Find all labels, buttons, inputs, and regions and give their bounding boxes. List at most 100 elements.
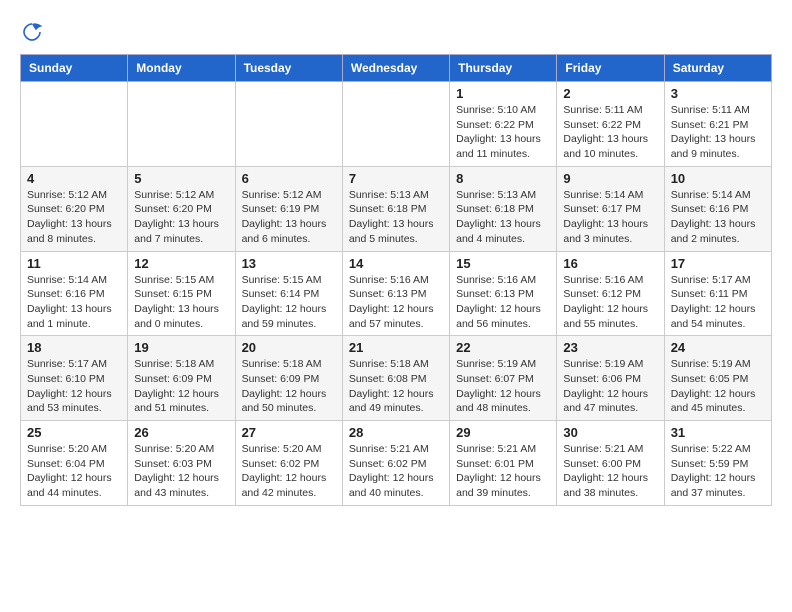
day-number: 31 <box>671 425 765 440</box>
calendar-cell: 17 Sunrise: 5:17 AM Sunset: 6:11 PM Dayli… <box>664 251 771 336</box>
day-info: Sunrise: 5:20 AM Sunset: 6:02 PM Dayligh… <box>242 442 336 501</box>
calendar-cell: 31 Sunrise: 5:22 AM Sunset: 5:59 PM Dayli… <box>664 421 771 506</box>
weekday-header-friday: Friday <box>557 55 664 82</box>
day-info: Sunrise: 5:10 AM Sunset: 6:22 PM Dayligh… <box>456 103 550 162</box>
weekday-header-saturday: Saturday <box>664 55 771 82</box>
calendar-cell: 5 Sunrise: 5:12 AM Sunset: 6:20 PM Daylig… <box>128 166 235 251</box>
weekday-header-sunday: Sunday <box>21 55 128 82</box>
day-number: 18 <box>27 340 121 355</box>
day-number: 24 <box>671 340 765 355</box>
calendar-cell: 10 Sunrise: 5:14 AM Sunset: 6:16 PM Dayli… <box>664 166 771 251</box>
day-number: 30 <box>563 425 657 440</box>
page-header <box>20 20 772 44</box>
day-number: 9 <box>563 171 657 186</box>
calendar-cell: 1 Sunrise: 5:10 AM Sunset: 6:22 PM Daylig… <box>450 82 557 167</box>
day-number: 17 <box>671 256 765 271</box>
calendar-cell: 23Sunrise: 5:19 AM Sunset: 6:06 PM Dayli… <box>557 336 664 421</box>
calendar-cell: 13 Sunrise: 5:15 AM Sunset: 6:14 PM Dayli… <box>235 251 342 336</box>
calendar-cell: 11Sunrise: 5:14 AM Sunset: 6:16 PM Dayli… <box>21 251 128 336</box>
day-number: 15 <box>456 256 550 271</box>
logo <box>20 20 48 44</box>
calendar-week-row: 4 Sunrise: 5:12 AM Sunset: 6:20 PM Daylig… <box>21 166 772 251</box>
day-info: Sunrise: 5:14 AM Sunset: 6:16 PM Dayligh… <box>27 273 121 332</box>
calendar-cell: 30 Sunrise: 5:21 AM Sunset: 6:00 PM Dayli… <box>557 421 664 506</box>
calendar-cell: 22 Sunrise: 5:19 AM Sunset: 6:07 PM Dayli… <box>450 336 557 421</box>
calendar-cell: 15Sunrise: 5:16 AM Sunset: 6:13 PM Dayli… <box>450 251 557 336</box>
calendar-cell: 9 Sunrise: 5:14 AM Sunset: 6:17 PM Daylig… <box>557 166 664 251</box>
calendar-cell: 25Sunrise: 5:20 AM Sunset: 6:04 PM Dayli… <box>21 421 128 506</box>
day-number: 23 <box>563 340 657 355</box>
day-number: 26 <box>134 425 228 440</box>
calendar-cell: 24 Sunrise: 5:19 AM Sunset: 6:05 PM Dayli… <box>664 336 771 421</box>
calendar-cell: 7Sunrise: 5:13 AM Sunset: 6:18 PM Daylig… <box>342 166 449 251</box>
calendar-cell: 27 Sunrise: 5:20 AM Sunset: 6:02 PM Dayli… <box>235 421 342 506</box>
day-number: 5 <box>134 171 228 186</box>
calendar-cell: 19 Sunrise: 5:18 AM Sunset: 6:09 PM Dayli… <box>128 336 235 421</box>
day-number: 10 <box>671 171 765 186</box>
day-number: 8 <box>456 171 550 186</box>
day-info: Sunrise: 5:11 AM Sunset: 6:21 PM Dayligh… <box>671 103 765 162</box>
calendar-cell: 3 Sunrise: 5:11 AM Sunset: 6:21 PM Daylig… <box>664 82 771 167</box>
day-number: 2 <box>563 86 657 101</box>
day-info: Sunrise: 5:19 AM Sunset: 6:05 PM Dayligh… <box>671 357 765 416</box>
calendar-cell: 12Sunrise: 5:15 AM Sunset: 6:15 PM Dayli… <box>128 251 235 336</box>
day-info: Sunrise: 5:12 AM Sunset: 6:20 PM Dayligh… <box>27 188 121 247</box>
day-info: Sunrise: 5:17 AM Sunset: 6:11 PM Dayligh… <box>671 273 765 332</box>
calendar-cell: 18 Sunrise: 5:17 AM Sunset: 6:10 PM Dayli… <box>21 336 128 421</box>
day-number: 19 <box>134 340 228 355</box>
weekday-header-monday: Monday <box>128 55 235 82</box>
day-info: Sunrise: 5:22 AM Sunset: 5:59 PM Dayligh… <box>671 442 765 501</box>
day-info: Sunrise: 5:14 AM Sunset: 6:17 PM Dayligh… <box>563 188 657 247</box>
calendar-cell <box>128 82 235 167</box>
day-number: 25 <box>27 425 121 440</box>
day-info: Sunrise: 5:15 AM Sunset: 6:14 PM Dayligh… <box>242 273 336 332</box>
day-info: Sunrise: 5:17 AM Sunset: 6:10 PM Dayligh… <box>27 357 121 416</box>
day-number: 16 <box>563 256 657 271</box>
day-info: Sunrise: 5:15 AM Sunset: 6:15 PM Dayligh… <box>134 273 228 332</box>
day-info: Sunrise: 5:14 AM Sunset: 6:16 PM Dayligh… <box>671 188 765 247</box>
calendar-cell <box>21 82 128 167</box>
day-info: Sunrise: 5:18 AM Sunset: 6:09 PM Dayligh… <box>242 357 336 416</box>
day-info: Sunrise: 5:13 AM Sunset: 6:18 PM Dayligh… <box>456 188 550 247</box>
day-info: Sunrise: 5:12 AM Sunset: 6:20 PM Dayligh… <box>134 188 228 247</box>
day-info: Sunrise: 5:12 AM Sunset: 6:19 PM Dayligh… <box>242 188 336 247</box>
calendar-table: SundayMondayTuesdayWednesdayThursdayFrid… <box>20 54 772 506</box>
day-number: 3 <box>671 86 765 101</box>
day-info: Sunrise: 5:20 AM Sunset: 6:03 PM Dayligh… <box>134 442 228 501</box>
weekday-header-thursday: Thursday <box>450 55 557 82</box>
logo-bird-icon <box>20 20 44 44</box>
day-number: 7 <box>349 171 443 186</box>
calendar-cell: 14Sunrise: 5:16 AM Sunset: 6:13 PM Dayli… <box>342 251 449 336</box>
day-number: 22 <box>456 340 550 355</box>
day-info: Sunrise: 5:21 AM Sunset: 6:00 PM Dayligh… <box>563 442 657 501</box>
day-info: Sunrise: 5:11 AM Sunset: 6:22 PM Dayligh… <box>563 103 657 162</box>
calendar-cell: 28 Sunrise: 5:21 AM Sunset: 6:02 PM Dayli… <box>342 421 449 506</box>
calendar-week-row: 1 Sunrise: 5:10 AM Sunset: 6:22 PM Daylig… <box>21 82 772 167</box>
day-info: Sunrise: 5:21 AM Sunset: 6:01 PM Dayligh… <box>456 442 550 501</box>
weekday-header-wednesday: Wednesday <box>342 55 449 82</box>
calendar-week-row: 18 Sunrise: 5:17 AM Sunset: 6:10 PM Dayli… <box>21 336 772 421</box>
calendar-week-row: 11Sunrise: 5:14 AM Sunset: 6:16 PM Dayli… <box>21 251 772 336</box>
day-number: 27 <box>242 425 336 440</box>
day-number: 21 <box>349 340 443 355</box>
day-number: 1 <box>456 86 550 101</box>
weekday-header-tuesday: Tuesday <box>235 55 342 82</box>
calendar-cell: 16Sunrise: 5:16 AM Sunset: 6:12 PM Dayli… <box>557 251 664 336</box>
day-number: 4 <box>27 171 121 186</box>
day-number: 29 <box>456 425 550 440</box>
day-info: Sunrise: 5:18 AM Sunset: 6:09 PM Dayligh… <box>134 357 228 416</box>
weekday-header-row: SundayMondayTuesdayWednesdayThursdayFrid… <box>21 55 772 82</box>
day-info: Sunrise: 5:19 AM Sunset: 6:07 PM Dayligh… <box>456 357 550 416</box>
calendar-cell <box>342 82 449 167</box>
calendar-cell: 2 Sunrise: 5:11 AM Sunset: 6:22 PM Daylig… <box>557 82 664 167</box>
day-info: Sunrise: 5:21 AM Sunset: 6:02 PM Dayligh… <box>349 442 443 501</box>
calendar-cell: 20Sunrise: 5:18 AM Sunset: 6:09 PM Dayli… <box>235 336 342 421</box>
calendar-cell: 26 Sunrise: 5:20 AM Sunset: 6:03 PM Dayli… <box>128 421 235 506</box>
day-number: 6 <box>242 171 336 186</box>
calendar-cell: 8 Sunrise: 5:13 AM Sunset: 6:18 PM Daylig… <box>450 166 557 251</box>
day-number: 13 <box>242 256 336 271</box>
calendar-cell: 21Sunrise: 5:18 AM Sunset: 6:08 PM Dayli… <box>342 336 449 421</box>
day-number: 28 <box>349 425 443 440</box>
calendar-cell: 4 Sunrise: 5:12 AM Sunset: 6:20 PM Daylig… <box>21 166 128 251</box>
calendar-week-row: 25Sunrise: 5:20 AM Sunset: 6:04 PM Dayli… <box>21 421 772 506</box>
